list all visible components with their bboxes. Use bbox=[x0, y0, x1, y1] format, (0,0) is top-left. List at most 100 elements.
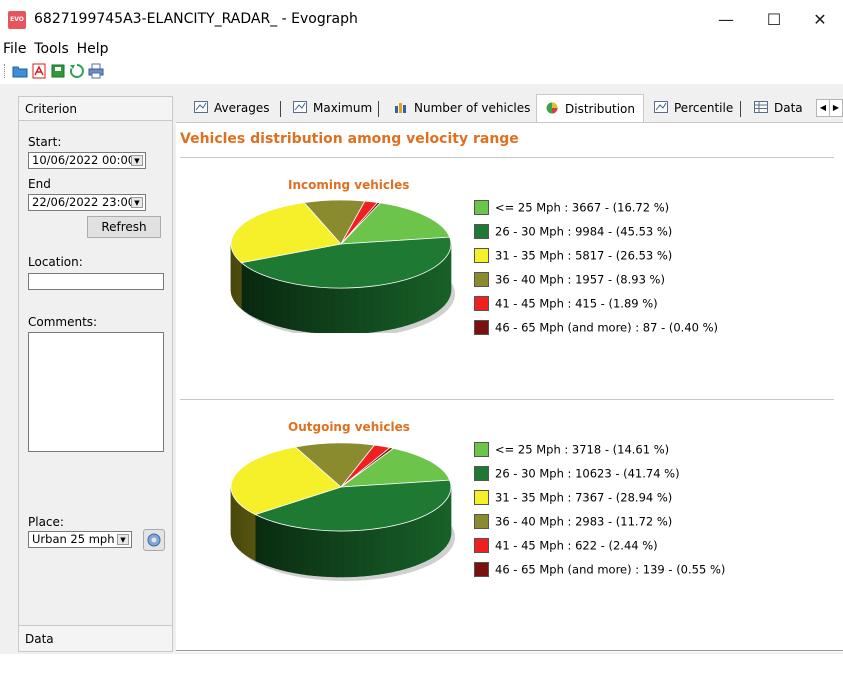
end-date-picker[interactable]: 22/06/2022 23:00 ▼ bbox=[28, 194, 146, 211]
menu-tools[interactable]: Tools bbox=[32, 38, 71, 57]
start-date-picker[interactable]: 10/06/2022 00:00 ▼ bbox=[28, 152, 146, 169]
menu-help[interactable]: Help bbox=[75, 38, 111, 57]
legend-label: 41 - 45 Mph : 622 - (2.44 %) bbox=[495, 538, 658, 553]
legend-swatch bbox=[474, 442, 489, 457]
outgoing-chart-title: Outgoing vehicles bbox=[288, 420, 410, 434]
pie-wall-1 bbox=[281, 523, 289, 572]
legend-label: 46 - 65 Mph (and more) : 139 - (0.55 %) bbox=[495, 562, 726, 577]
pie-wall-1 bbox=[328, 530, 337, 578]
criterion-header: Criterion bbox=[19, 97, 172, 121]
legend-label: 41 - 45 Mph : 415 - (1.89 %) bbox=[495, 296, 658, 311]
pie-wall-1 bbox=[264, 518, 271, 568]
tab-label: Number of vehicles bbox=[414, 101, 531, 115]
legend-item: 46 - 65 Mph (and more) : 87 - (0.40 %) bbox=[474, 320, 718, 336]
refresh-button[interactable]: Refresh bbox=[87, 216, 161, 238]
pie-wall-1 bbox=[444, 254, 448, 306]
tab-number-of-vehicles[interactable]: Number of vehicles bbox=[386, 96, 539, 122]
pie-wall-1 bbox=[407, 276, 415, 326]
tab-data[interactable]: Data bbox=[746, 96, 811, 122]
pie-wall-1 bbox=[364, 528, 373, 577]
menu-file[interactable]: File bbox=[1, 38, 28, 57]
pie-wall-1 bbox=[404, 520, 411, 570]
legend-item: 26 - 30 Mph : 9984 - (45.53 %) bbox=[474, 224, 672, 240]
tab-scroll-left-button[interactable]: ◀ bbox=[816, 99, 830, 117]
pie-wall-2 bbox=[251, 512, 256, 562]
outgoing-pie-chart bbox=[230, 442, 455, 581]
pie-wall-1 bbox=[241, 262, 246, 313]
pie-wall-1 bbox=[409, 518, 416, 568]
line-chart-icon bbox=[293, 101, 307, 113]
close-button[interactable]: ✕ bbox=[797, 6, 843, 34]
pie-wall-1 bbox=[263, 274, 271, 324]
tab-separator bbox=[280, 101, 281, 117]
pie-wall-1 bbox=[425, 512, 431, 562]
end-date-value: 22/06/2022 23:00 bbox=[32, 195, 136, 209]
pie-wall-1 bbox=[440, 502, 444, 553]
pie-wall-1 bbox=[275, 279, 283, 328]
legend-item: 31 - 35 Mph : 5817 - (26.53 %) bbox=[474, 248, 672, 264]
pie-wall-2 bbox=[246, 509, 250, 558]
chevron-down-icon[interactable]: ▼ bbox=[117, 534, 129, 545]
pie-wall-2 bbox=[243, 507, 247, 557]
tab-averages[interactable]: Averages bbox=[186, 96, 278, 122]
chevron-down-icon[interactable]: ▼ bbox=[131, 155, 143, 166]
content-area: Averages Maximum Number of vehicles Dist… bbox=[176, 94, 843, 652]
tab-distribution[interactable]: Distribution bbox=[536, 94, 645, 122]
toolbar-grip bbox=[4, 64, 7, 78]
legend-swatch bbox=[474, 248, 489, 263]
pie-wall-1 bbox=[314, 529, 323, 577]
pie-wall-1 bbox=[380, 283, 389, 332]
tab-strip: Averages Maximum Number of vehicles Dist… bbox=[176, 94, 843, 122]
legend-item: <= 25 Mph : 3718 - (14.61 %) bbox=[474, 442, 669, 458]
pie-wall-1 bbox=[282, 280, 290, 330]
tab-label: Data bbox=[774, 101, 803, 115]
pie-wall-1 bbox=[365, 285, 374, 333]
pie-wall-1 bbox=[254, 514, 261, 564]
place-settings-icon[interactable] bbox=[143, 529, 165, 551]
maximize-button[interactable]: ☐ bbox=[751, 6, 797, 34]
pie-wall-1 bbox=[415, 516, 421, 566]
minimize-button[interactable]: — bbox=[703, 6, 749, 34]
refresh-icon[interactable] bbox=[69, 63, 85, 79]
print-icon[interactable] bbox=[88, 63, 104, 79]
end-label: End bbox=[28, 177, 51, 191]
status-divider bbox=[176, 650, 843, 651]
tab-scroll-right-button[interactable]: ▶ bbox=[829, 99, 843, 117]
pie-wall-1 bbox=[307, 528, 316, 577]
chevron-down-icon[interactable]: ▼ bbox=[131, 197, 143, 208]
pie-wall-1 bbox=[371, 527, 380, 576]
place-value: Urban 25 mph bbox=[32, 532, 115, 546]
pie-wall-1 bbox=[349, 287, 359, 333]
legend-swatch bbox=[474, 224, 489, 239]
tab-label: Averages bbox=[214, 101, 270, 115]
legend-swatch bbox=[474, 514, 489, 529]
legend-label: 31 - 35 Mph : 7367 - (28.94 %) bbox=[495, 490, 673, 505]
pie-wall-1 bbox=[259, 516, 266, 566]
chart-divider bbox=[180, 399, 834, 400]
tab-maximum[interactable]: Maximum bbox=[285, 96, 381, 122]
pie-wall-1 bbox=[437, 261, 442, 312]
data-footer[interactable]: Data bbox=[19, 625, 172, 651]
legend-swatch bbox=[474, 200, 489, 215]
title-bar: EVO 6827199745A3-ELANCITY_RADAR_ - Evogr… bbox=[0, 0, 843, 38]
tab-separator bbox=[378, 101, 379, 117]
pie-wall-1 bbox=[258, 272, 265, 322]
location-label: Location: bbox=[28, 255, 83, 269]
tab-percentile[interactable]: Percentile bbox=[646, 96, 742, 122]
pie-wall-1 bbox=[321, 530, 330, 578]
pdf-icon[interactable] bbox=[31, 63, 47, 79]
comments-textarea[interactable] bbox=[28, 332, 164, 452]
legend-swatch bbox=[474, 272, 489, 287]
pie-wall-1 bbox=[429, 509, 435, 560]
place-select[interactable]: Urban 25 mph ▼ bbox=[28, 531, 132, 548]
pie-wall-1 bbox=[387, 281, 396, 331]
pie-wall-1 bbox=[296, 283, 304, 332]
pie-wall-1 bbox=[336, 530, 344, 578]
open-folder-icon[interactable] bbox=[12, 63, 28, 79]
pie-wall-1 bbox=[248, 267, 254, 318]
comments-label: Comments: bbox=[28, 315, 98, 329]
legend-label: <= 25 Mph : 3718 - (14.61 %) bbox=[495, 442, 670, 457]
export-icon[interactable] bbox=[50, 63, 66, 79]
start-date-value: 10/06/2022 00:00 bbox=[32, 153, 136, 167]
location-input[interactable] bbox=[28, 273, 164, 290]
